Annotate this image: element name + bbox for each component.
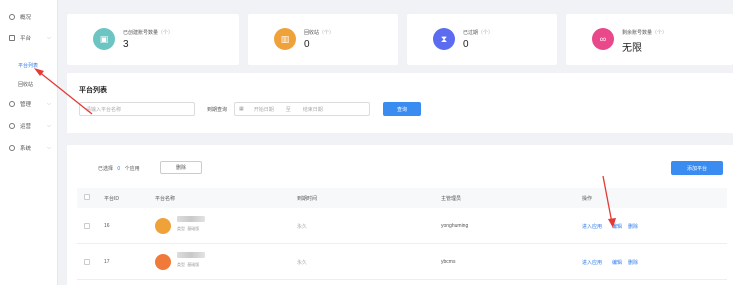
arrow-to-platform-list — [34, 68, 93, 115]
arrow-to-edit — [602, 175, 616, 228]
annotation-arrows — [34, 68, 616, 228]
